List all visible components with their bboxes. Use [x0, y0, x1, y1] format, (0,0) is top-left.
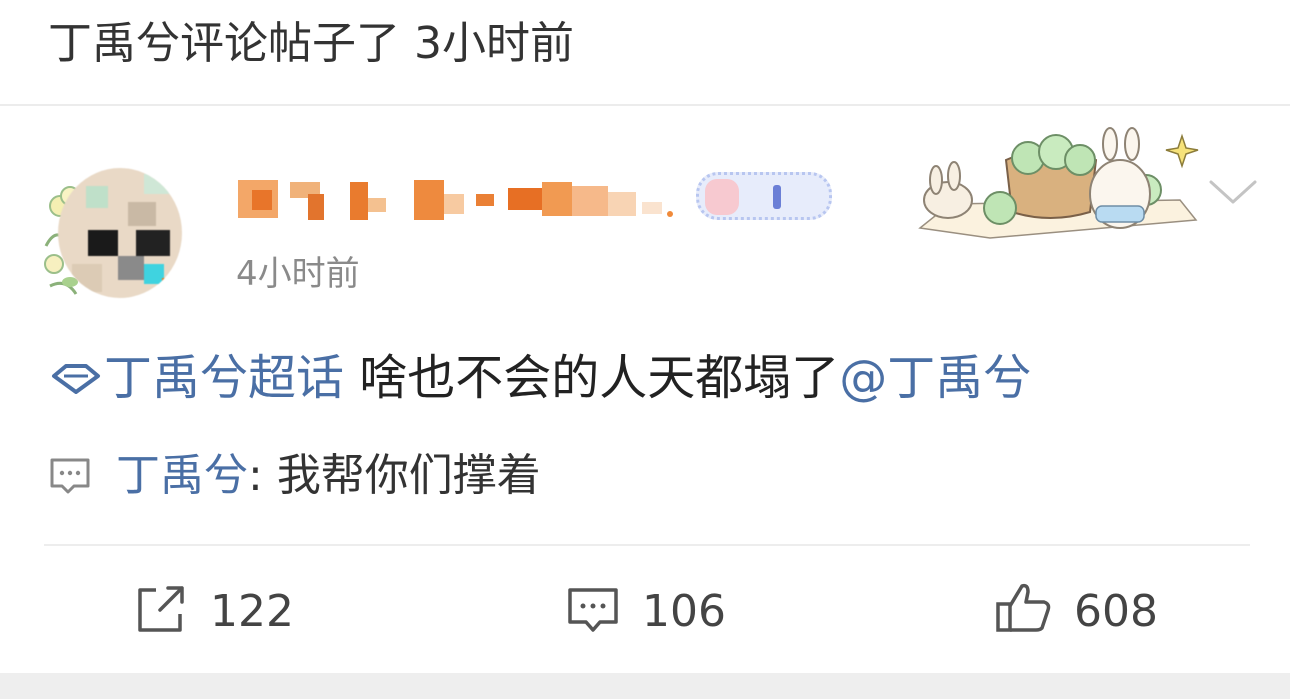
bunny-badge-icon	[705, 179, 739, 215]
comment-preview[interactable]: 丁禹兮: 我帮你们撑着	[48, 446, 1248, 506]
like-button[interactable]: 608	[994, 582, 1158, 642]
username-mosaic[interactable]	[238, 176, 678, 224]
notification-text: 丁禹兮评论帖子了 3小时前	[48, 18, 574, 69]
bunny-apples-sticker	[918, 127, 1199, 239]
share-square-icon	[138, 586, 184, 632]
post-card[interactable]: 4小时前 丁禹兮超话 啥也不会的人天都塌了@丁禹兮 丁禹兮: 我帮你们撑着 12…	[0, 106, 1290, 673]
thumbs-up-icon	[996, 583, 1051, 632]
fan-badge[interactable]	[696, 172, 832, 220]
divider	[44, 544, 1250, 546]
commenter-name[interactable]: 丁禹兮	[116, 450, 248, 501]
bottom-separator	[0, 673, 1290, 699]
avatar-face	[58, 168, 182, 298]
diamond-topic-icon	[52, 364, 100, 394]
notification-header: 丁禹兮评论帖子了 3小时前	[0, 0, 1290, 106]
like-count: 608	[1074, 586, 1158, 637]
mention-link[interactable]: @丁禹兮	[839, 350, 1031, 406]
username-mosaic-image	[238, 180, 673, 220]
repost-button[interactable]: 122	[134, 582, 294, 642]
comment-bubble-icon	[50, 458, 90, 494]
repost-count: 122	[210, 586, 294, 637]
comment-bubble-icon	[568, 588, 618, 632]
post-content: 啥也不会的人天都塌了	[344, 350, 840, 406]
avatar[interactable]	[40, 156, 190, 306]
comment-text: 我帮你们撑着	[276, 450, 541, 501]
comment-count: 106	[642, 586, 726, 637]
badge-level-icon	[773, 185, 781, 209]
post-time: 4小时前	[236, 254, 360, 294]
post-text: 丁禹兮超话 啥也不会的人天都塌了@丁禹兮	[48, 346, 1248, 410]
chevron-down-icon[interactable]	[1205, 172, 1261, 212]
comment-button[interactable]: 106	[566, 582, 726, 642]
topic-link[interactable]: 丁禹兮超话	[48, 350, 344, 406]
comment-separator: :	[248, 450, 277, 501]
topic-label: 丁禹兮超话	[104, 350, 345, 406]
